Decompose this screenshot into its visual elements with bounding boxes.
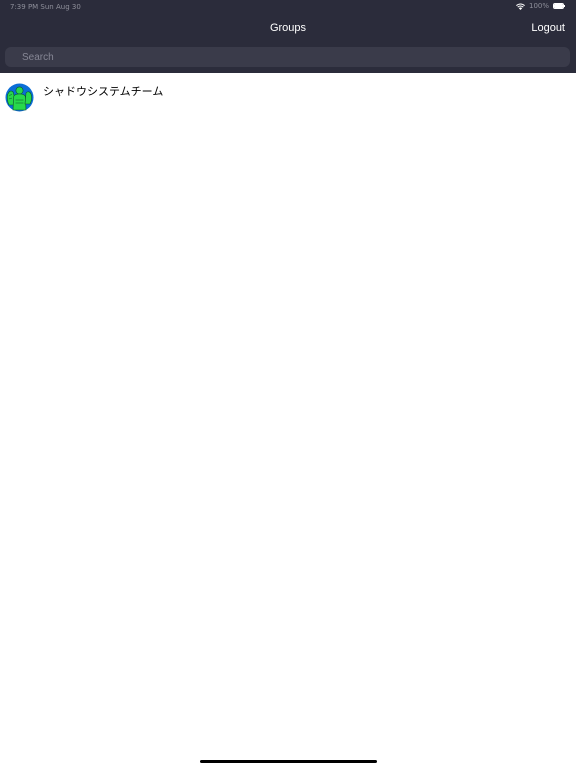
top-bar: 7:39 PM Sun Aug 30 100% Groups Logout bbox=[0, 0, 576, 73]
battery-percent: 100% bbox=[528, 2, 549, 10]
list-item[interactable]: シャドウシステムチーム bbox=[0, 80, 576, 114]
search-input[interactable] bbox=[5, 47, 570, 67]
group-avatar-icon bbox=[5, 83, 34, 112]
group-name: シャドウシステムチーム bbox=[43, 85, 164, 98]
status-indicators: 100% bbox=[516, 2, 566, 10]
page-title: Groups bbox=[269, 22, 307, 34]
battery-icon bbox=[553, 3, 566, 9]
status-bar: 7:39 PM Sun Aug 30 100% bbox=[0, 0, 576, 14]
home-indicator[interactable] bbox=[200, 760, 377, 763]
search-bar[interactable] bbox=[5, 47, 570, 67]
logout-button[interactable]: Logout bbox=[531, 21, 565, 35]
status-time: 7:39 PM Sun Aug 30 bbox=[10, 3, 81, 11]
wifi-icon bbox=[516, 3, 525, 10]
